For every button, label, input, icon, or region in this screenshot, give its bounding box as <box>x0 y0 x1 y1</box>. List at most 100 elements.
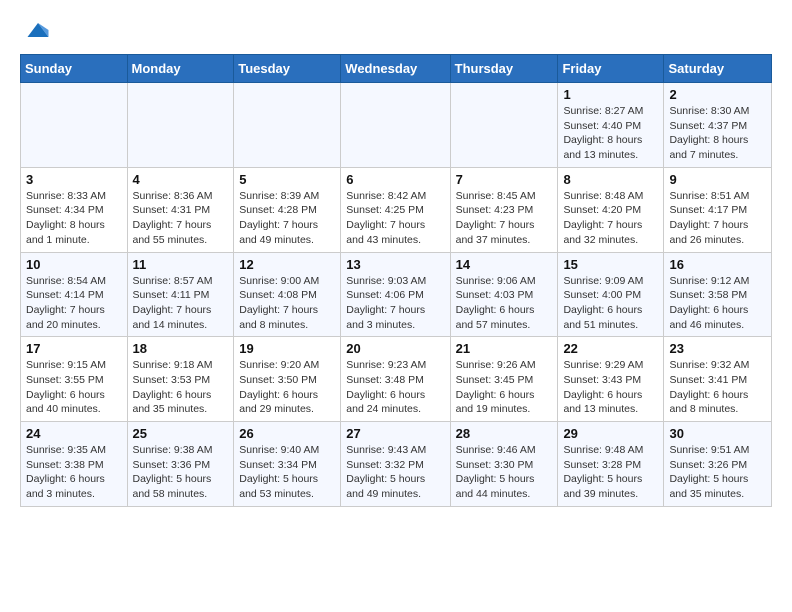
calendar-cell <box>341 83 450 168</box>
day-info: Sunrise: 8:45 AM Sunset: 4:23 PM Dayligh… <box>456 189 553 248</box>
calendar-cell: 19 Sunrise: 9:20 AM Sunset: 3:50 PM Dayli… <box>234 337 341 422</box>
day-number: 22 <box>563 341 658 356</box>
day-number: 28 <box>456 426 553 441</box>
day-number: 8 <box>563 172 658 187</box>
day-info: Sunrise: 9:38 AM Sunset: 3:36 PM Dayligh… <box>133 443 229 502</box>
calendar-header-tuesday: Tuesday <box>234 55 341 83</box>
calendar-cell: 6Sunrise: 8:42 AM Sunset: 4:25 PM Daylig… <box>341 167 450 252</box>
day-info: Sunrise: 8:33 AM Sunset: 4:34 PM Dayligh… <box>26 189 122 248</box>
day-number: 24 <box>26 426 122 441</box>
day-number: 7 <box>456 172 553 187</box>
day-info: Sunrise: 9:35 AM Sunset: 3:38 PM Dayligh… <box>26 443 122 502</box>
header <box>20 16 772 44</box>
calendar-cell: 1Sunrise: 8:27 AM Sunset: 4:40 PM Daylig… <box>558 83 664 168</box>
calendar-week-row: 10 Sunrise: 8:54 AM Sunset: 4:14 PM Dayli… <box>21 252 772 337</box>
day-number: 16 <box>669 257 766 272</box>
day-number: 11 <box>133 257 229 272</box>
day-number: 3 <box>26 172 122 187</box>
calendar-header-thursday: Thursday <box>450 55 558 83</box>
day-info: Sunrise: 9:51 AM Sunset: 3:26 PM Dayligh… <box>669 443 766 502</box>
calendar-header-saturday: Saturday <box>664 55 772 83</box>
calendar-cell: 7 Sunrise: 8:45 AM Sunset: 4:23 PM Daylig… <box>450 167 558 252</box>
calendar-week-row: 24 Sunrise: 9:35 AM Sunset: 3:38 PM Dayli… <box>21 422 772 507</box>
day-number: 21 <box>456 341 553 356</box>
calendar-cell: 26 Sunrise: 9:40 AM Sunset: 3:34 PM Dayli… <box>234 422 341 507</box>
calendar-cell: 22 Sunrise: 9:29 AM Sunset: 3:43 PM Dayli… <box>558 337 664 422</box>
calendar-cell: 17 Sunrise: 9:15 AM Sunset: 3:55 PM Dayli… <box>21 337 128 422</box>
day-info: Sunrise: 8:48 AM Sunset: 4:20 PM Dayligh… <box>563 189 658 248</box>
day-info: Sunrise: 9:43 AM Sunset: 3:32 PM Dayligh… <box>346 443 444 502</box>
calendar-header-wednesday: Wednesday <box>341 55 450 83</box>
day-number: 4 <box>133 172 229 187</box>
day-info: Sunrise: 9:29 AM Sunset: 3:43 PM Dayligh… <box>563 358 658 417</box>
calendar-header-sunday: Sunday <box>21 55 128 83</box>
day-number: 10 <box>26 257 122 272</box>
calendar-week-row: 17 Sunrise: 9:15 AM Sunset: 3:55 PM Dayli… <box>21 337 772 422</box>
day-number: 15 <box>563 257 658 272</box>
calendar-cell: 15 Sunrise: 9:09 AM Sunset: 4:00 PM Dayli… <box>558 252 664 337</box>
day-info: Sunrise: 9:32 AM Sunset: 3:41 PM Dayligh… <box>669 358 766 417</box>
calendar-cell: 9 Sunrise: 8:51 AM Sunset: 4:17 PM Daylig… <box>664 167 772 252</box>
calendar-cell: 28Sunrise: 9:46 AM Sunset: 3:30 PM Dayli… <box>450 422 558 507</box>
day-info: Sunrise: 9:09 AM Sunset: 4:00 PM Dayligh… <box>563 274 658 333</box>
day-number: 1 <box>563 87 658 102</box>
calendar-cell: 24 Sunrise: 9:35 AM Sunset: 3:38 PM Dayli… <box>21 422 128 507</box>
calendar-cell <box>450 83 558 168</box>
day-info: Sunrise: 9:18 AM Sunset: 3:53 PM Dayligh… <box>133 358 229 417</box>
calendar-cell: 18 Sunrise: 9:18 AM Sunset: 3:53 PM Dayli… <box>127 337 234 422</box>
calendar-cell: 8 Sunrise: 8:48 AM Sunset: 4:20 PM Daylig… <box>558 167 664 252</box>
day-info: Sunrise: 9:48 AM Sunset: 3:28 PM Dayligh… <box>563 443 658 502</box>
calendar-cell: 11 Sunrise: 8:57 AM Sunset: 4:11 PM Dayli… <box>127 252 234 337</box>
calendar-header-monday: Monday <box>127 55 234 83</box>
day-info: Sunrise: 9:12 AM Sunset: 3:58 PM Dayligh… <box>669 274 766 333</box>
calendar-cell: 5 Sunrise: 8:39 AM Sunset: 4:28 PM Daylig… <box>234 167 341 252</box>
day-number: 9 <box>669 172 766 187</box>
day-info: Sunrise: 9:15 AM Sunset: 3:55 PM Dayligh… <box>26 358 122 417</box>
calendar-cell: 13Sunrise: 9:03 AM Sunset: 4:06 PM Dayli… <box>341 252 450 337</box>
calendar-cell: 20 Sunrise: 9:23 AM Sunset: 3:48 PM Dayli… <box>341 337 450 422</box>
day-info: Sunrise: 8:36 AM Sunset: 4:31 PM Dayligh… <box>133 189 229 248</box>
day-number: 25 <box>133 426 229 441</box>
calendar-cell: 2Sunrise: 8:30 AM Sunset: 4:37 PM Daylig… <box>664 83 772 168</box>
calendar-cell: 29 Sunrise: 9:48 AM Sunset: 3:28 PM Dayli… <box>558 422 664 507</box>
day-number: 18 <box>133 341 229 356</box>
day-number: 19 <box>239 341 335 356</box>
day-number: 20 <box>346 341 444 356</box>
calendar-cell: 27 Sunrise: 9:43 AM Sunset: 3:32 PM Dayli… <box>341 422 450 507</box>
calendar-cell: 14 Sunrise: 9:06 AM Sunset: 4:03 PM Dayli… <box>450 252 558 337</box>
day-info: Sunrise: 8:57 AM Sunset: 4:11 PM Dayligh… <box>133 274 229 333</box>
day-number: 14 <box>456 257 553 272</box>
calendar-cell: 3 Sunrise: 8:33 AM Sunset: 4:34 PM Daylig… <box>21 167 128 252</box>
day-number: 5 <box>239 172 335 187</box>
day-info: Sunrise: 8:54 AM Sunset: 4:14 PM Dayligh… <box>26 274 122 333</box>
day-info: Sunrise: 9:20 AM Sunset: 3:50 PM Dayligh… <box>239 358 335 417</box>
calendar-cell: 23 Sunrise: 9:32 AM Sunset: 3:41 PM Dayli… <box>664 337 772 422</box>
day-info: Sunrise: 9:26 AM Sunset: 3:45 PM Dayligh… <box>456 358 553 417</box>
day-number: 2 <box>669 87 766 102</box>
page: SundayMondayTuesdayWednesdayThursdayFrid… <box>0 0 792 523</box>
day-number: 6 <box>346 172 444 187</box>
day-number: 29 <box>563 426 658 441</box>
calendar-cell: 25 Sunrise: 9:38 AM Sunset: 3:36 PM Dayli… <box>127 422 234 507</box>
day-info: Sunrise: 9:23 AM Sunset: 3:48 PM Dayligh… <box>346 358 444 417</box>
calendar-cell: 30 Sunrise: 9:51 AM Sunset: 3:26 PM Dayli… <box>664 422 772 507</box>
day-number: 13 <box>346 257 444 272</box>
day-info: Sunrise: 8:39 AM Sunset: 4:28 PM Dayligh… <box>239 189 335 248</box>
calendar-week-row: 1Sunrise: 8:27 AM Sunset: 4:40 PM Daylig… <box>21 83 772 168</box>
day-info: Sunrise: 8:51 AM Sunset: 4:17 PM Dayligh… <box>669 189 766 248</box>
calendar-cell: 21 Sunrise: 9:26 AM Sunset: 3:45 PM Dayli… <box>450 337 558 422</box>
day-number: 30 <box>669 426 766 441</box>
calendar-header-friday: Friday <box>558 55 664 83</box>
day-number: 26 <box>239 426 335 441</box>
calendar-cell <box>234 83 341 168</box>
logo <box>20 16 54 44</box>
calendar-week-row: 3 Sunrise: 8:33 AM Sunset: 4:34 PM Daylig… <box>21 167 772 252</box>
day-info: Sunrise: 9:06 AM Sunset: 4:03 PM Dayligh… <box>456 274 553 333</box>
day-number: 17 <box>26 341 122 356</box>
day-info: Sunrise: 9:40 AM Sunset: 3:34 PM Dayligh… <box>239 443 335 502</box>
logo-icon <box>24 16 52 44</box>
day-number: 27 <box>346 426 444 441</box>
day-number: 23 <box>669 341 766 356</box>
calendar-cell <box>127 83 234 168</box>
calendar-table: SundayMondayTuesdayWednesdayThursdayFrid… <box>20 54 772 507</box>
